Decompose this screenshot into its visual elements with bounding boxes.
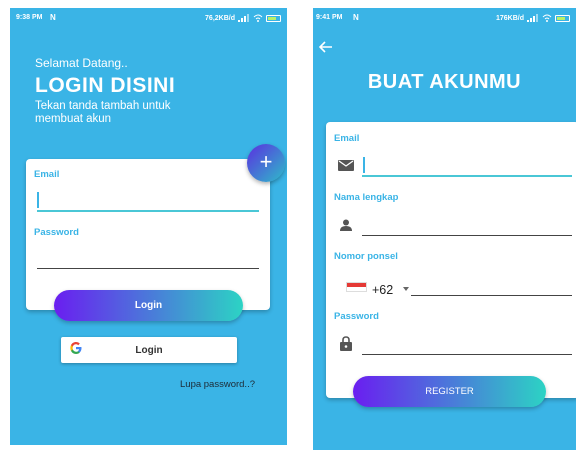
mail-icon	[338, 160, 354, 171]
battery-icon	[266, 14, 281, 22]
network-speed: 76,2KB/d	[205, 14, 235, 22]
status-bar: 9:38 PM N 76,2KB/d	[10, 8, 287, 26]
status-time: 9:38 PM	[16, 14, 43, 21]
email-label: Email	[34, 169, 60, 180]
indonesia-flag-icon	[346, 282, 367, 292]
status-right: 176KB/d	[496, 14, 570, 22]
status-time: 9:41 PM	[316, 14, 343, 21]
status-bar: 9:41 PM N 176KB/d	[313, 8, 576, 26]
page-title: BUAT AKUNMU	[367, 71, 522, 93]
signal-icon	[238, 14, 249, 22]
phone-field[interactable]	[411, 295, 572, 296]
forgot-password-link[interactable]: Lupa password..?	[180, 379, 255, 390]
password-label: Password	[334, 311, 379, 322]
email-field[interactable]	[37, 210, 259, 212]
plus-icon: +	[259, 149, 273, 174]
subtitle-text: Tekan tanda tambah untuk membuat akun	[35, 100, 171, 125]
dropdown-caret-icon	[403, 287, 409, 291]
battery-icon	[555, 14, 570, 22]
text-cursor	[37, 192, 39, 208]
email-field[interactable]	[362, 175, 572, 177]
page-title: LOGIN DISINI	[35, 74, 176, 97]
password-field[interactable]	[37, 268, 259, 269]
login-button[interactable]: Login	[54, 290, 243, 321]
name-field[interactable]	[362, 235, 572, 236]
register-button[interactable]: REGISTER	[353, 376, 546, 407]
signal-icon	[527, 14, 538, 22]
register-screen: 9:41 PM N 176KB/d BUAT AKUNMU Email Nama…	[313, 8, 576, 450]
password-field[interactable]	[362, 354, 572, 355]
add-account-button[interactable]: +	[247, 144, 285, 182]
status-right: 76,2KB/d	[205, 14, 281, 22]
login-form-card: Email Password	[26, 159, 270, 310]
google-login-label: Login	[135, 345, 163, 356]
name-label: Nama lengkap	[334, 192, 399, 203]
back-button[interactable]	[318, 40, 333, 58]
google-login-button[interactable]: Login	[61, 337, 237, 363]
register-form-card: Email Nama lengkap Nomor ponsel +62 Pass…	[326, 122, 576, 398]
lock-icon	[340, 336, 352, 351]
arrow-left-icon	[318, 41, 332, 53]
text-cursor	[363, 157, 365, 173]
person-icon	[340, 219, 352, 231]
wifi-icon	[542, 14, 552, 22]
login-screen: 9:38 PM N 76,2KB/d Selamat Datang.. LOGI…	[10, 8, 287, 445]
phone-label: Nomor ponsel	[334, 251, 398, 262]
notification-n-icon: N	[353, 13, 359, 22]
greeting-text: Selamat Datang..	[35, 56, 128, 70]
email-label: Email	[334, 133, 360, 144]
wifi-icon	[253, 14, 263, 22]
password-label: Password	[34, 227, 79, 238]
country-code: +62	[372, 283, 394, 297]
notification-n-icon: N	[50, 13, 56, 22]
network-speed: 176KB/d	[495, 14, 524, 22]
